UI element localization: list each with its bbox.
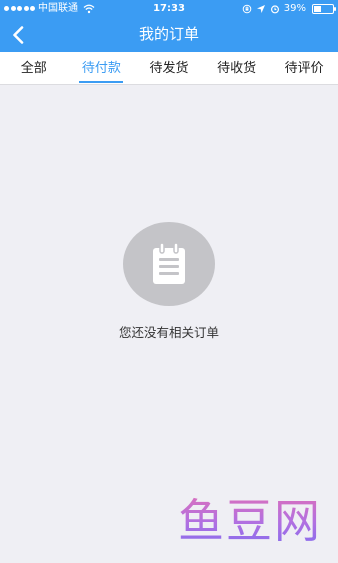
battery-icon	[312, 3, 336, 14]
order-tabs: 全部 待付款 待发货 待收货 待评价	[0, 52, 338, 85]
tab-pending-receipt[interactable]: 待收货	[203, 52, 271, 84]
watermark-logo: 鱼豆网	[178, 485, 322, 551]
empty-icon-circle	[123, 222, 215, 306]
clipboard-icon	[153, 242, 185, 284]
rotation-lock-icon	[242, 4, 252, 13]
status-bar: 中国联通 17:33 39%	[0, 0, 338, 17]
tab-pending-review[interactable]: 待评价	[270, 52, 338, 84]
status-right: 39%	[242, 0, 336, 17]
empty-message: 您还没有相关订单	[118, 325, 219, 340]
tab-pending-shipment[interactable]: 待发货	[135, 52, 203, 84]
location-arrow-icon	[256, 4, 265, 13]
nav-bar: 我的订单	[0, 17, 338, 52]
tab-pending-payment[interactable]: 待付款	[68, 52, 136, 84]
battery-fill	[314, 5, 321, 12]
page-title: 我的订单	[138, 25, 199, 43]
empty-state: 您还没有相关订单	[0, 222, 338, 341]
battery-percent: 39%	[283, 3, 306, 14]
top-bar: 中国联通 17:33 39% 我的订单	[0, 0, 338, 52]
alarm-icon	[270, 4, 279, 13]
tab-all[interactable]: 全部	[0, 52, 68, 84]
